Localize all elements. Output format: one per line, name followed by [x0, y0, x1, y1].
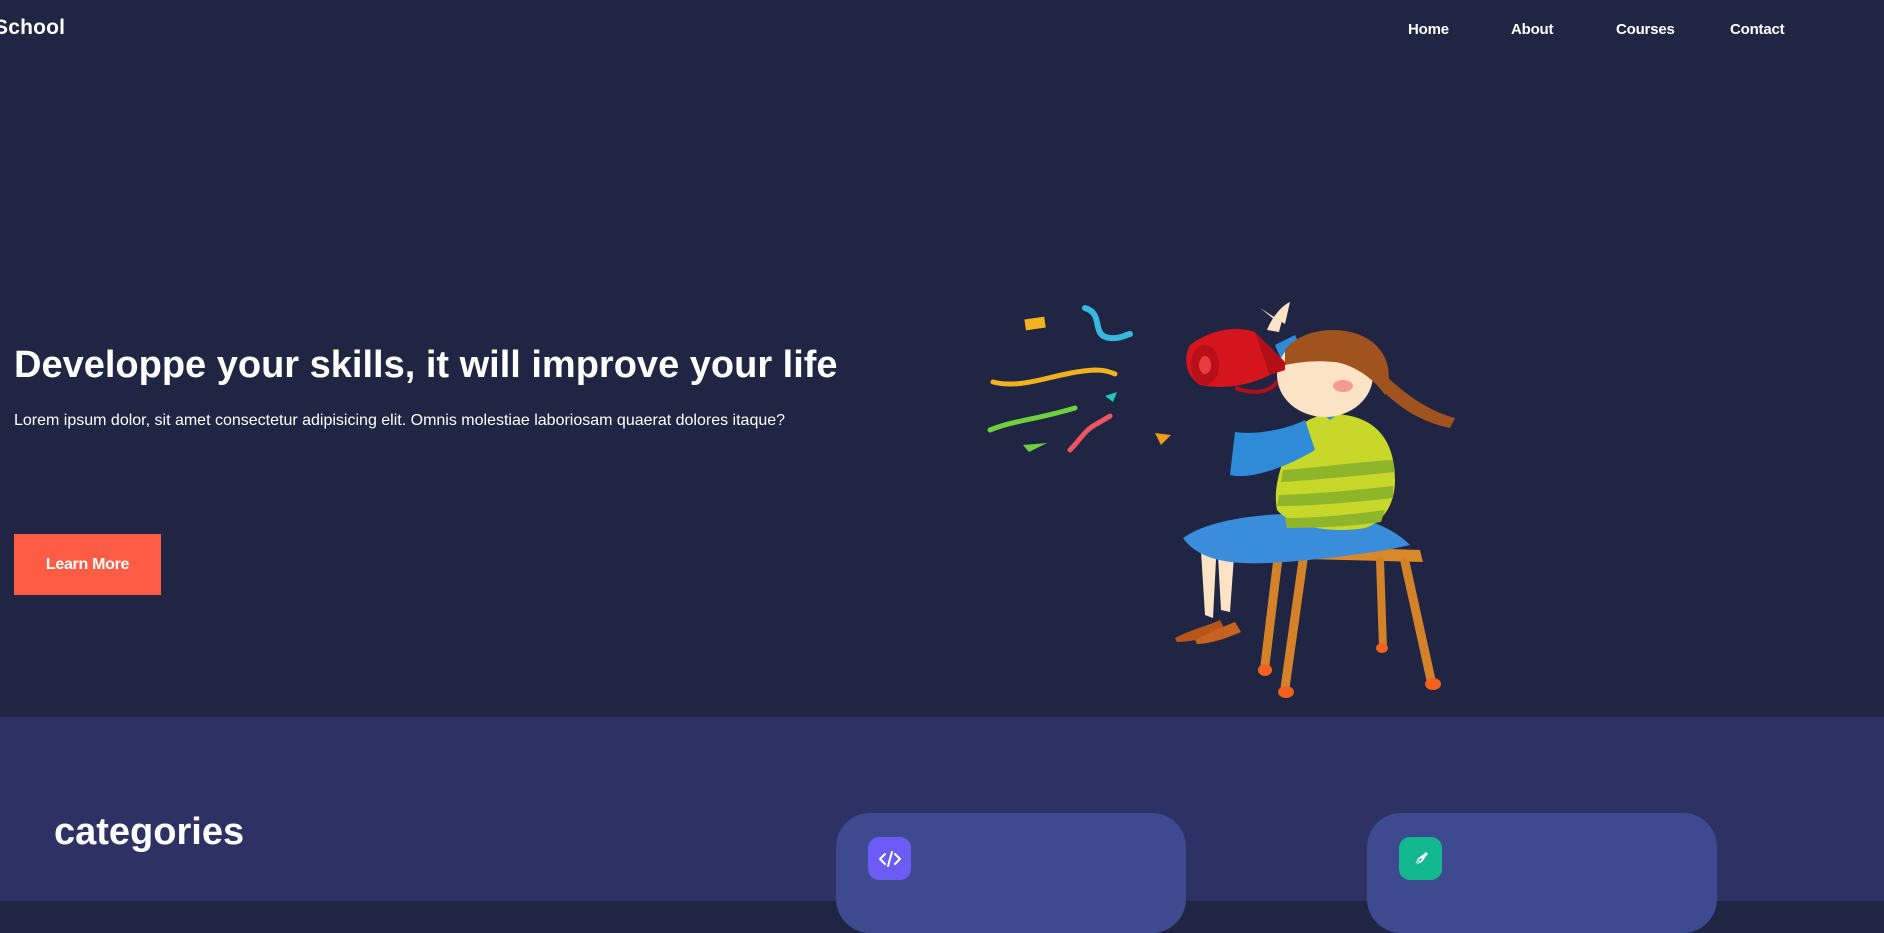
confetti-icon: [987, 305, 1171, 453]
code-icon: [868, 837, 911, 880]
nav-link-courses[interactable]: Courses: [1616, 21, 1675, 38]
nav-link-contact[interactable]: Contact: [1730, 21, 1785, 38]
hero-illustration: [987, 302, 1455, 698]
pen-nib-icon: [1399, 837, 1442, 880]
categories-section: categories: [0, 717, 1884, 933]
category-card-code[interactable]: [836, 813, 1186, 933]
site-logo[interactable]: School: [0, 16, 65, 40]
chair-icon: [1258, 545, 1441, 698]
category-card-design[interactable]: [1367, 813, 1717, 933]
hero-subtitle: Lorem ipsum dolor, sit amet consectetur …: [14, 412, 786, 429]
hero-section: Developpe your skills, it will improve y…: [0, 60, 1884, 717]
hero-title: Developpe your skills, it will improve y…: [14, 344, 838, 386]
nav-link-about[interactable]: About: [1511, 21, 1554, 38]
learn-more-button[interactable]: Learn More: [14, 534, 161, 595]
nav-link-home[interactable]: Home: [1408, 21, 1449, 38]
categories-title: categories: [54, 811, 245, 853]
navbar: School Home About Courses Contact: [0, 0, 1884, 60]
